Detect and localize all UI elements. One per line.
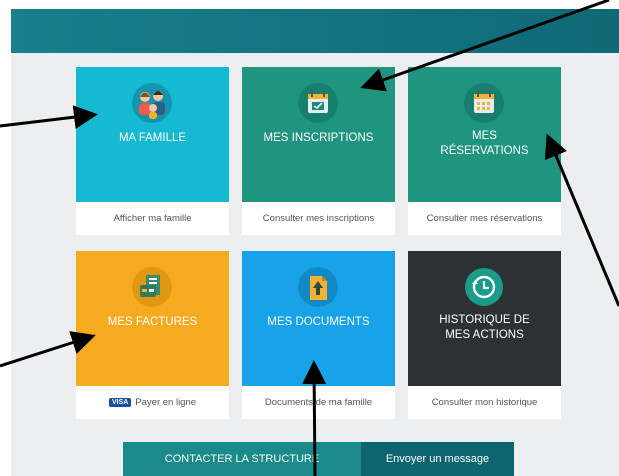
- contact-structure-button[interactable]: CONTACTER LA STRUCTURE: [123, 442, 361, 476]
- document-upload-icon: [298, 267, 338, 307]
- tile-link[interactable]: Afficher ma famille: [76, 202, 229, 235]
- tile-label: MES FACTURES: [107, 316, 198, 328]
- calendar-check-icon: [298, 83, 338, 123]
- tile-mes-factures[interactable]: MES FACTURES VISA Payer en ligne: [76, 251, 229, 419]
- tile-historique[interactable]: HISTORIQUE DE MES ACTIONS Consulter mon …: [408, 251, 561, 419]
- send-message-button[interactable]: Envoyer un message: [361, 442, 514, 476]
- tile-mes-documents[interactable]: MES DOCUMENTS Documents de ma famille: [242, 251, 395, 419]
- tile-ma-famille[interactable]: MA FAMILLE Afficher ma famille: [76, 67, 229, 235]
- tile-mes-inscriptions[interactable]: MES INSCRIPTIONS Consulter mes inscripti…: [242, 67, 395, 235]
- history-icon: [465, 268, 503, 306]
- tile-label: MA FAMILLE: [118, 132, 187, 144]
- tile-label: HISTORIQUE DE MES ACTIONS: [439, 314, 530, 341]
- tile-link[interactable]: Consulter mes réservations: [408, 202, 561, 235]
- tile-label: MES RÉSERVATIONS: [440, 130, 529, 157]
- header-bar: [11, 9, 619, 53]
- family-icon: [132, 83, 172, 123]
- tile-label: MES DOCUMENTS: [267, 316, 370, 328]
- tile-link[interactable]: VISA Payer en ligne: [76, 386, 229, 419]
- invoice-icon: [132, 267, 172, 307]
- tile-link[interactable]: Documents de ma famille: [242, 386, 395, 419]
- tile-link[interactable]: Consulter mon historique: [408, 386, 561, 419]
- tile-label: MES INSCRIPTIONS: [263, 132, 374, 144]
- tile-mes-reservations[interactable]: MES RÉSERVATIONS Consulter mes réservati…: [408, 67, 561, 235]
- tile-link[interactable]: Consulter mes inscriptions: [242, 202, 395, 235]
- visa-icon: VISA: [108, 398, 132, 407]
- calendar-grid-icon: [464, 83, 504, 123]
